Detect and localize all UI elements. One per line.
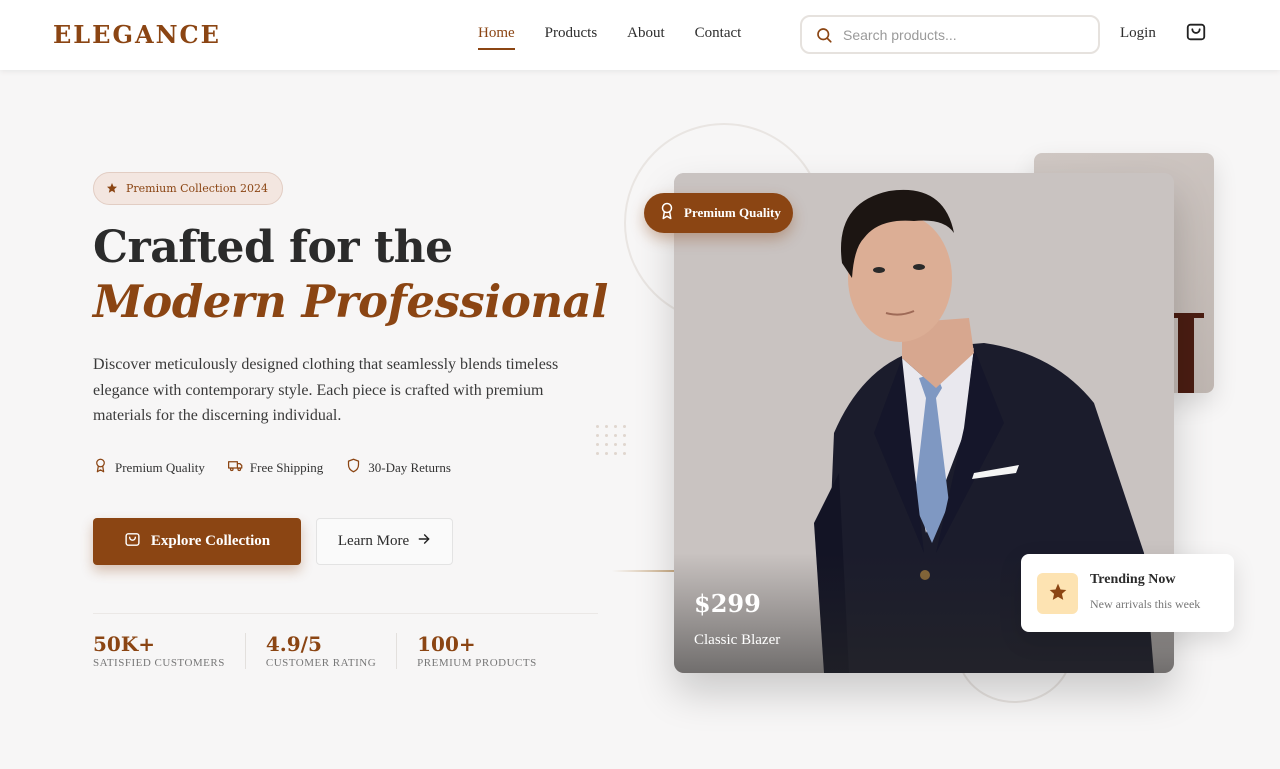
search-icon [815, 25, 835, 45]
star-icon [106, 179, 118, 198]
feature-label: 30-Day Returns [368, 459, 451, 475]
award-icon [658, 202, 676, 224]
hero-title-line2: Modern Professional [93, 275, 608, 328]
nav-contact[interactable]: Contact [695, 25, 742, 50]
brand-logo[interactable]: ELEGANCE [53, 20, 221, 49]
trending-title: Trending Now [1090, 572, 1176, 587]
feature-label: Free Shipping [249, 459, 324, 475]
stat-item: 4.9/5 CUSTOMER RATING [265, 632, 398, 669]
button-label: Learn More [337, 533, 410, 549]
button-label: Explore Collection [150, 533, 271, 549]
nav-about[interactable]: About [627, 25, 665, 50]
star-icon [1048, 582, 1068, 606]
explore-collection-button[interactable]: Explore Collection [93, 518, 301, 565]
stat-value: 100+ [417, 632, 476, 656]
feature-label: Premium Quality [115, 459, 205, 475]
decorative-line [612, 570, 682, 572]
arrow-right-icon [417, 532, 431, 551]
nav-home[interactable]: Home [478, 25, 515, 50]
stat-label: PREMIUM PRODUCTS [417, 657, 537, 669]
shopping-bag-icon [124, 531, 141, 553]
product-name: Classic Blazer [694, 632, 781, 648]
collection-badge: Premium Collection 2024 [93, 172, 284, 205]
trending-icon-box [1037, 573, 1078, 614]
search-box [800, 15, 1100, 54]
main-nav: Home Products About Contact [478, 25, 741, 50]
stat-label: CUSTOMER RATING [265, 657, 377, 669]
feature-item: Premium Quality [93, 458, 205, 477]
truck-icon [227, 458, 243, 477]
decorative-dots [596, 425, 632, 461]
divider [93, 613, 598, 614]
feature-list: Premium Quality Free Shipping 30-Day Ret… [93, 458, 451, 477]
stat-item: 100+ PREMIUM PRODUCTS [417, 633, 557, 669]
shopping-bag-icon[interactable] [1185, 21, 1207, 43]
product-price: $299 [694, 589, 761, 618]
feature-item: 30-Day Returns [346, 458, 451, 477]
stat-value: 50K+ [93, 632, 155, 656]
trending-card[interactable]: Trending Now New arrivals this week [1021, 554, 1234, 632]
trending-subtitle: New arrivals this week [1090, 597, 1201, 611]
learn-more-button[interactable]: Learn More [316, 518, 453, 565]
stats-row: 50K+ SATISFIED CUSTOMERS 4.9/5 CUSTOMER … [93, 633, 577, 669]
stat-value: 4.9/5 [265, 632, 322, 656]
hero-description: Discover meticulously designed clothing … [93, 356, 559, 424]
pill-label: Premium Quality [684, 205, 781, 220]
site-header: ELEGANCE Home Products About Contact Log… [0, 0, 1280, 70]
stat-label: SATISFIED CUSTOMERS [93, 657, 225, 669]
shield-icon [346, 458, 361, 477]
search-input[interactable] [843, 26, 1083, 43]
premium-quality-pill: Premium Quality [644, 193, 793, 233]
nav-products[interactable]: Products [545, 25, 598, 50]
badge-label: Premium Collection 2024 [126, 182, 269, 195]
stat-item: 50K+ SATISFIED CUSTOMERS [93, 633, 246, 669]
feature-item: Free Shipping [227, 458, 324, 477]
hero-title-line1: Crafted for the [93, 222, 453, 273]
award-icon [93, 458, 108, 477]
login-link[interactable]: Login [1120, 25, 1156, 42]
